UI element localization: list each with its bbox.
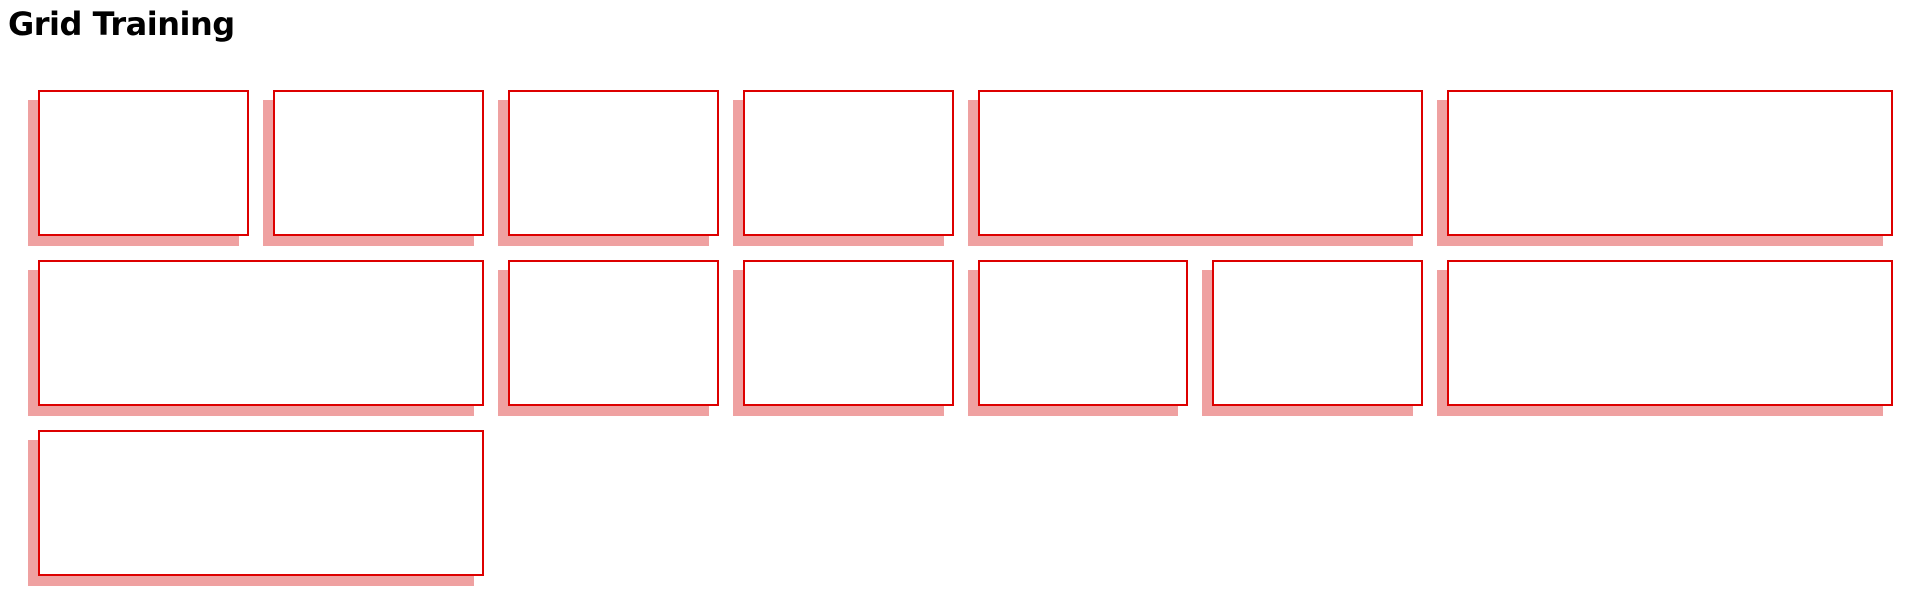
grid-cell-r2-c4: [742, 260, 954, 406]
grid-cell-r1-c4: [742, 90, 954, 236]
grid-cell-r1-c3: [507, 90, 719, 236]
grid-cell-r2-c3: [507, 260, 719, 406]
page-title: Grid Training: [8, 5, 235, 43]
grid-cell-r1-c5: [977, 90, 1424, 236]
grid-cell-r2-c1: [1447, 90, 1893, 236]
grid-cell-r2-c2: [38, 260, 484, 406]
grid-cell-r3-c3: [1447, 260, 1893, 406]
grid-cell-r1-c1: [38, 90, 249, 236]
grid-cell-r1-c2: [272, 90, 484, 236]
grid-cell-r3-c4: [38, 430, 484, 576]
grid-cell-r3-c2: [1212, 260, 1424, 406]
grid-container: [38, 90, 1893, 576]
grid-cell-r3-c1: [977, 260, 1189, 406]
